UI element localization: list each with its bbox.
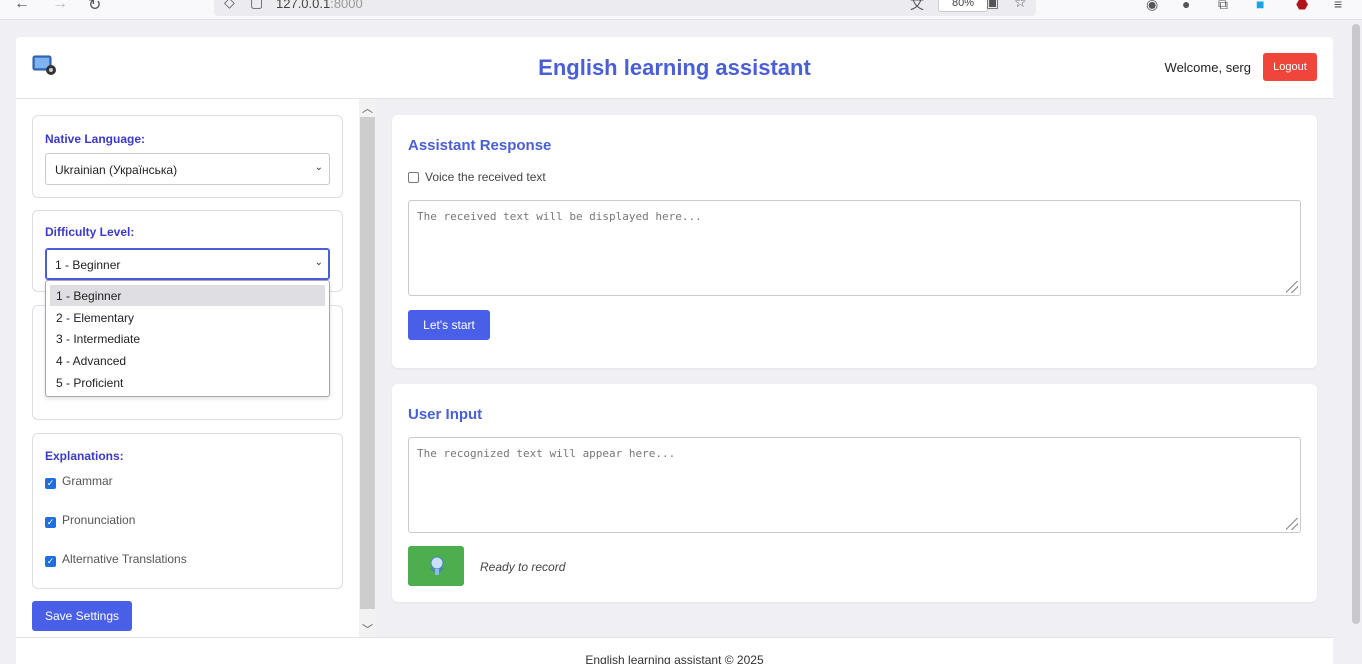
pronunciation-checkbox-row[interactable]: ✓ Pronunciation [45,513,135,528]
grammar-checkbox-row[interactable]: ✓ Grammar [45,474,113,489]
extensions-icon[interactable]: ⧉ [1218,0,1228,13]
alternative-translations-label: Alternative Translations [62,552,187,566]
voice-label: Voice the received text [425,170,546,184]
difficulty-value: 1 - Beginner [55,258,121,272]
menu-icon[interactable]: ≡ [1334,0,1342,12]
alternative-translations-checkbox-row[interactable]: ✓ Alternative Translations [45,552,187,567]
page-icon: ▢ [250,0,264,10]
lets-start-button[interactable]: Let's start [408,310,490,340]
difficulty-label: Difficulty Level: [45,225,135,239]
browser-toolbar: ← → ↻ ◇ ▢ 127.0.0.1:8000 文 80% ▣ ☆ ◉ ● ⧉… [0,0,1362,20]
user-input-textarea[interactable]: The recognized text will appear here... [408,437,1301,533]
difficulty-select[interactable]: 1 - Beginner ⌄ [45,248,330,280]
difficulty-option[interactable]: 4 - Advanced [50,350,325,371]
scroll-up-icon[interactable]: ︿ [362,100,373,116]
page-scrollbar-thumb[interactable] [1352,24,1360,624]
difficulty-option[interactable]: 3 - Intermediate [50,328,325,349]
back-icon[interactable]: ← [14,0,30,13]
record-button[interactable] [408,546,464,586]
resize-grip-icon[interactable] [1286,281,1298,293]
reader-icon[interactable]: ▣ [986,0,999,11]
reload-icon[interactable]: ↻ [88,0,101,15]
native-language-card: Native Language: Ukrainian (Українська) … [32,115,343,198]
voice-checkbox-row[interactable]: Voice the received text [408,170,546,184]
footer: English learning assistant © 2025 [16,637,1333,664]
user-input-card: User Input The recognized text will appe… [392,384,1317,602]
microphone-icon [430,556,444,575]
grammar-checkbox[interactable]: ✓ [45,478,56,489]
native-language-label: Native Language: [45,132,146,146]
native-language-select[interactable]: Ukrainian (Українська) ⌄ [45,153,330,185]
alternative-translations-checkbox[interactable]: ✓ [45,556,56,567]
explanations-label: Explanations: [45,449,124,463]
address-bar[interactable]: ◇ ▢ 127.0.0.1:8000 文 80% ▣ ☆ [214,0,1036,16]
user-input-title: User Input [408,406,483,423]
sidebar-scrollbar[interactable]: ︿ ﹀ [359,99,376,637]
scroll-down-icon[interactable]: ﹀ [362,621,373,637]
page-scrollbar[interactable] [1350,20,1362,664]
welcome-text: Welcome, serg [1164,60,1251,75]
translate-icon[interactable]: 文 [910,0,924,14]
footer-text: English learning assistant © 2025 [585,653,764,664]
pronunciation-label: Pronunciation [62,513,136,527]
account-icon[interactable]: ● [1182,0,1190,12]
save-settings-button[interactable]: Save Settings [32,601,132,631]
assistant-response-card: Assistant Response Voice the received te… [392,115,1317,368]
ublock-icon[interactable]: ⬣ [1296,0,1308,13]
native-language-value: Ukrainian (Українська) [55,163,178,177]
explanations-card: Explanations: ✓ Grammar ✓ Pronunciation ✓ A… [32,433,343,589]
app-logo-icon [32,55,56,75]
chevron-down-icon: ⌄ [314,162,323,173]
difficulty-option[interactable]: 2 - Elementary [50,307,325,328]
difficulty-option[interactable]: 1 - Beginner [50,285,325,306]
sidebar-scrollbar-thumb[interactable] [360,117,375,609]
zoom-level[interactable]: 80% [938,0,988,12]
extension-icon[interactable]: ■ [1256,0,1264,12]
assistant-response-textarea[interactable]: The received text will be displayed here… [408,200,1301,296]
pronunciation-checkbox[interactable]: ✓ [45,517,56,528]
grammar-label: Grammar [62,474,113,488]
logout-button[interactable]: Logout [1263,53,1317,81]
user-input-placeholder: The recognized text will appear here... [417,447,676,460]
assistant-response-placeholder: The received text will be displayed here… [417,210,702,223]
difficulty-option[interactable]: 5 - Proficient [50,372,325,393]
recording-status: Ready to record [480,560,566,574]
forward-icon[interactable]: → [52,0,68,13]
app-header: English learning assistant Welcome, serg… [16,37,1333,99]
voice-checkbox[interactable] [408,172,419,183]
shield-icon: ◇ [224,0,235,10]
url-text: 127.0.0.1:8000 [276,0,363,11]
difficulty-dropdown-list: 1 - Beginner 2 - Elementary 3 - Intermed… [45,280,330,397]
page-title: English learning assistant [538,55,811,80]
assistant-response-title: Assistant Response [408,137,552,154]
chevron-down-icon: ⌄ [314,257,323,268]
bookmark-star-icon[interactable]: ☆ [1014,0,1027,11]
pocket-icon[interactable]: ◉ [1146,0,1158,13]
resize-grip-icon[interactable] [1286,518,1298,530]
